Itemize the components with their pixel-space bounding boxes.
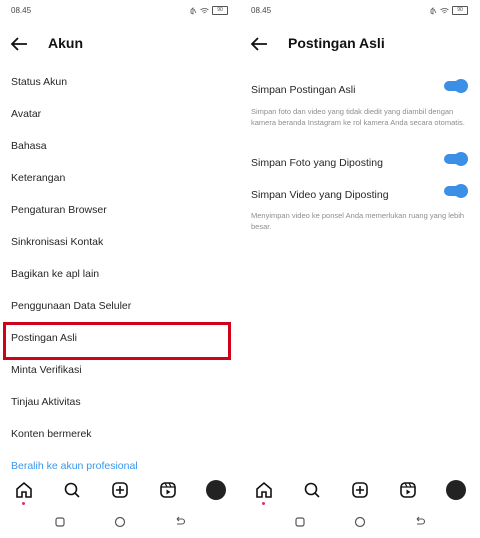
- page-title: Akun: [48, 35, 83, 51]
- silent-icon: [190, 6, 197, 15]
- bottom-tab-bar: [240, 478, 480, 506]
- back-nav-icon[interactable]: [412, 514, 428, 530]
- account-menu: Status Akun Avatar Bahasa Keterangan Pen…: [0, 66, 240, 482]
- save-original-setting: Simpan Postingan Asli: [251, 79, 468, 98]
- status-bar: 08.45 90: [251, 6, 468, 18]
- save-original-description: Simpan foto dan video yang tidak diedit …: [251, 107, 465, 127]
- menu-item-status-akun[interactable]: Status Akun: [0, 66, 240, 98]
- activity-dot: [262, 502, 265, 505]
- header: Postingan Asli: [240, 32, 480, 56]
- menu-item-sinkronisasi-kontak[interactable]: Sinkronisasi Kontak: [0, 226, 240, 258]
- home-nav-icon[interactable]: [352, 514, 368, 530]
- save-videos-description: Menyimpan video ke ponsel Anda memerluka…: [251, 211, 465, 231]
- back-arrow-icon[interactable]: [250, 36, 268, 52]
- reels-icon[interactable]: [396, 478, 420, 502]
- search-icon[interactable]: [300, 478, 324, 502]
- highlight-box: [3, 322, 231, 360]
- menu-item-keterangan[interactable]: Keterangan: [0, 162, 240, 194]
- recent-apps-icon[interactable]: [292, 514, 308, 530]
- activity-dot: [22, 502, 25, 505]
- system-nav-bar: [0, 514, 240, 530]
- menu-item-konten-bermerek[interactable]: Konten bermerek: [0, 418, 240, 450]
- home-nav-icon[interactable]: [112, 514, 128, 530]
- status-time: 08.45: [11, 6, 32, 15]
- search-icon[interactable]: [60, 478, 84, 502]
- wifi-icon: [440, 7, 449, 13]
- new-post-icon[interactable]: [348, 478, 372, 502]
- status-bar: 08.45 90: [11, 6, 228, 18]
- home-icon[interactable]: [252, 478, 276, 502]
- menu-item-tinjau-aktivitas[interactable]: Tinjau Aktivitas: [0, 386, 240, 418]
- reels-icon[interactable]: [156, 478, 180, 502]
- bottom-tab-bar: [0, 478, 240, 506]
- page-title: Postingan Asli: [288, 35, 385, 51]
- battery-icon: 90: [212, 6, 228, 15]
- system-nav-bar: [240, 514, 480, 530]
- save-videos-toggle[interactable]: [444, 184, 468, 198]
- profile-avatar[interactable]: [204, 478, 228, 502]
- silent-icon: [430, 6, 437, 15]
- account-screen: 08.45 90 Akun Status Akun Avatar Bahasa …: [0, 0, 240, 538]
- header: Akun: [0, 32, 240, 56]
- recent-apps-icon[interactable]: [52, 514, 68, 530]
- back-nav-icon[interactable]: [172, 514, 188, 530]
- profile-avatar[interactable]: [444, 478, 468, 502]
- menu-item-data-seluler[interactable]: Penggunaan Data Seluler: [0, 290, 240, 322]
- save-photos-setting: Simpan Foto yang Diposting: [251, 152, 468, 171]
- menu-item-bagikan[interactable]: Bagikan ke apl lain: [0, 258, 240, 290]
- save-original-label: Simpan Postingan Asli: [251, 84, 356, 96]
- battery-icon: 90: [452, 6, 468, 15]
- save-original-toggle[interactable]: [444, 79, 468, 93]
- menu-item-bahasa[interactable]: Bahasa: [0, 130, 240, 162]
- status-icons: 90: [189, 6, 228, 15]
- menu-item-avatar[interactable]: Avatar: [0, 98, 240, 130]
- save-videos-setting: Simpan Video yang Diposting: [251, 184, 468, 203]
- new-post-icon[interactable]: [108, 478, 132, 502]
- status-icons: 90: [429, 6, 468, 15]
- wifi-icon: [200, 7, 209, 13]
- save-photos-toggle[interactable]: [444, 152, 468, 166]
- home-icon[interactable]: [12, 478, 36, 502]
- menu-item-pengaturan-browser[interactable]: Pengaturan Browser: [0, 194, 240, 226]
- original-posts-screen: 08.45 90 Postingan Asli Simpan Postingan…: [240, 0, 480, 538]
- save-videos-label: Simpan Video yang Diposting: [251, 189, 389, 201]
- save-photos-label: Simpan Foto yang Diposting: [251, 157, 383, 169]
- status-time: 08.45: [251, 6, 272, 15]
- back-arrow-icon[interactable]: [10, 36, 28, 52]
